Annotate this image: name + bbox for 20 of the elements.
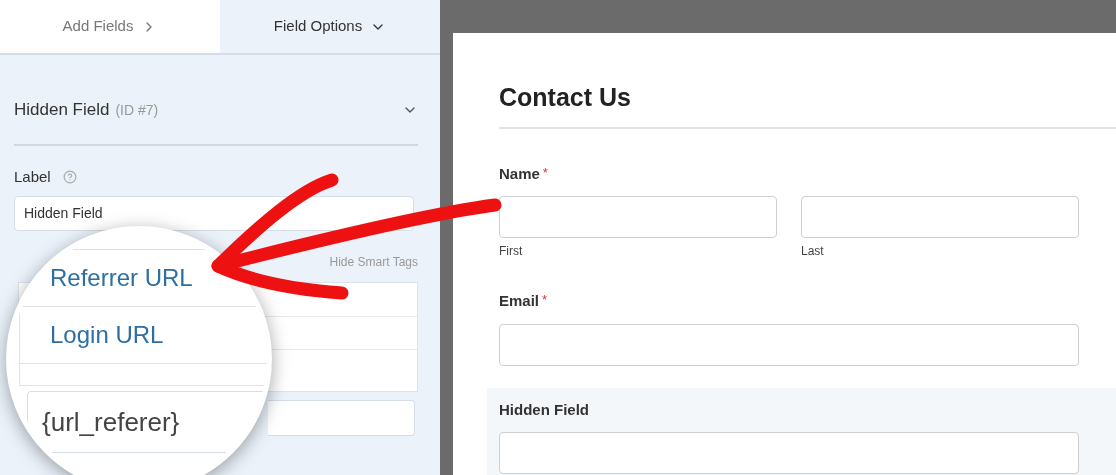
required-mark: * (542, 291, 548, 309)
section-title: Hidden Field (14, 99, 110, 121)
sublabel: First (499, 243, 524, 260)
required-mark: * (542, 163, 548, 182)
input-field[interactable] (499, 196, 777, 238)
sublabel: Last (801, 243, 825, 260)
field-label: Hidden Field (499, 399, 589, 420)
form-title: Contact Us (499, 82, 632, 113)
input-field[interactable] (499, 323, 1079, 366)
field-label: Email (499, 291, 540, 311)
field-id: (ID #7) (115, 101, 159, 120)
field-label: Label (14, 166, 51, 187)
help-icon[interactable] (62, 169, 77, 184)
input-field[interactable] (801, 196, 1079, 238)
input-field[interactable] (499, 432, 1079, 474)
smart-tag-item[interactable]: Login URL (50, 317, 164, 353)
input-field[interactable] (268, 400, 415, 436)
tab[interactable]: Add Fields (0, 0, 220, 53)
smart-tag-item[interactable]: Referrer URL (50, 260, 193, 296)
field-label: Name (499, 163, 540, 184)
